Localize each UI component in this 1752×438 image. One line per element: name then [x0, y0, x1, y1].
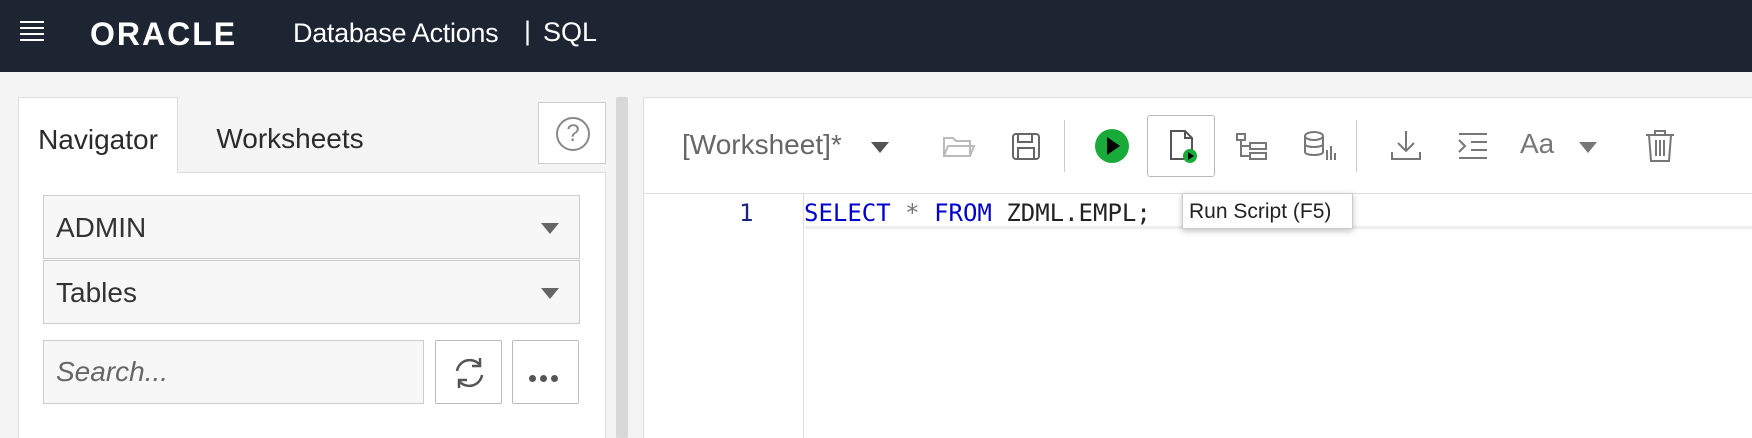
tab-worksheets[interactable]: Worksheets [200, 97, 380, 173]
search-input[interactable] [43, 340, 424, 404]
explain-plan-icon[interactable] [1232, 126, 1272, 166]
trash-icon[interactable] [1640, 126, 1680, 166]
chevron-down-icon [541, 223, 559, 234]
worksheet-name[interactable]: [Worksheet]* [682, 129, 842, 161]
schema-select-value: ADMIN [56, 212, 147, 243]
sql-operator: * [905, 199, 920, 227]
format-icon[interactable] [1453, 126, 1493, 166]
run-script-tooltip: Run Script (F5) [1182, 193, 1353, 229]
refresh-icon [455, 358, 484, 388]
chevron-down-icon[interactable] [1579, 142, 1597, 153]
oracle-logo: ORACLE [90, 16, 238, 52]
editor-toolbar: [Worksheet]* Aa [644, 98, 1752, 194]
download-icon[interactable] [1386, 126, 1426, 166]
menu-icon[interactable] [20, 21, 44, 43]
chevron-down-icon[interactable] [871, 142, 889, 153]
line-gutter [644, 194, 804, 438]
toolbar-divider [1064, 120, 1065, 172]
sql-identifier: ZDML.EMPL; [1006, 199, 1151, 227]
sql-keyword: FROM [934, 199, 992, 227]
page-title: SQL [543, 17, 598, 47]
save-icon[interactable] [1006, 126, 1046, 166]
help-icon: ? [556, 117, 590, 151]
run-script-button[interactable] [1147, 115, 1215, 177]
object-type-select-value: Tables [56, 277, 137, 308]
schema-select[interactable]: ADMIN [43, 195, 580, 259]
run-script-icon [1170, 130, 1197, 163]
object-type-select[interactable]: Tables [43, 260, 580, 324]
sql-keyword: SELECT [804, 199, 891, 227]
navigator-body: ADMIN Tables [18, 172, 606, 438]
title-separator: | [524, 16, 532, 46]
left-panel: Navigator Worksheets ? ADMIN Tables [18, 97, 606, 438]
panel-splitter[interactable] [616, 97, 628, 438]
code-line[interactable]: SELECT * FROM ZDML.EMPL; [804, 199, 1151, 227]
top-bar: ORACLE Database Actions | SQL [0, 0, 1752, 72]
more-options-button[interactable] [512, 340, 579, 404]
help-button[interactable]: ? [538, 102, 606, 164]
folder-open-icon[interactable] [938, 126, 978, 166]
refresh-button[interactable] [435, 340, 502, 404]
chevron-down-icon [541, 288, 559, 299]
tab-navigator[interactable]: Navigator [18, 97, 178, 173]
run-statement-icon[interactable] [1092, 126, 1132, 166]
autotrace-icon[interactable] [1299, 126, 1339, 166]
more-icon [529, 369, 562, 387]
sql-editor-panel: [Worksheet]* Aa 1 SELECT * FROM ZDML.EMP… [643, 97, 1752, 438]
line-number: 1 [739, 199, 754, 227]
app-title: Database Actions [293, 18, 499, 48]
toolbar-divider [1356, 120, 1357, 172]
